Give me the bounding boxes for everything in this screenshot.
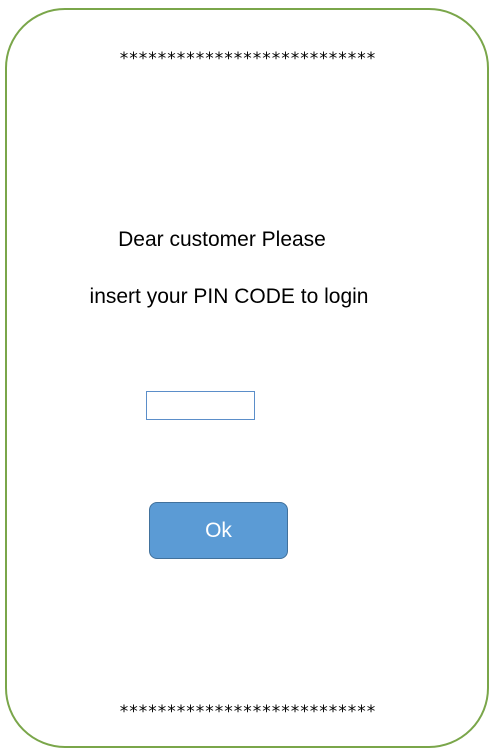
bottom-asterisk-border: ***************************	[119, 702, 377, 722]
greeting-text: Dear customer Please	[118, 228, 326, 251]
login-card-frame	[5, 8, 489, 748]
top-asterisk-border: ***************************	[119, 49, 377, 69]
instruction-text: insert your PIN CODE to login	[89, 285, 369, 308]
pin-code-input[interactable]	[146, 391, 255, 420]
ok-button[interactable]: Ok	[149, 502, 288, 559]
